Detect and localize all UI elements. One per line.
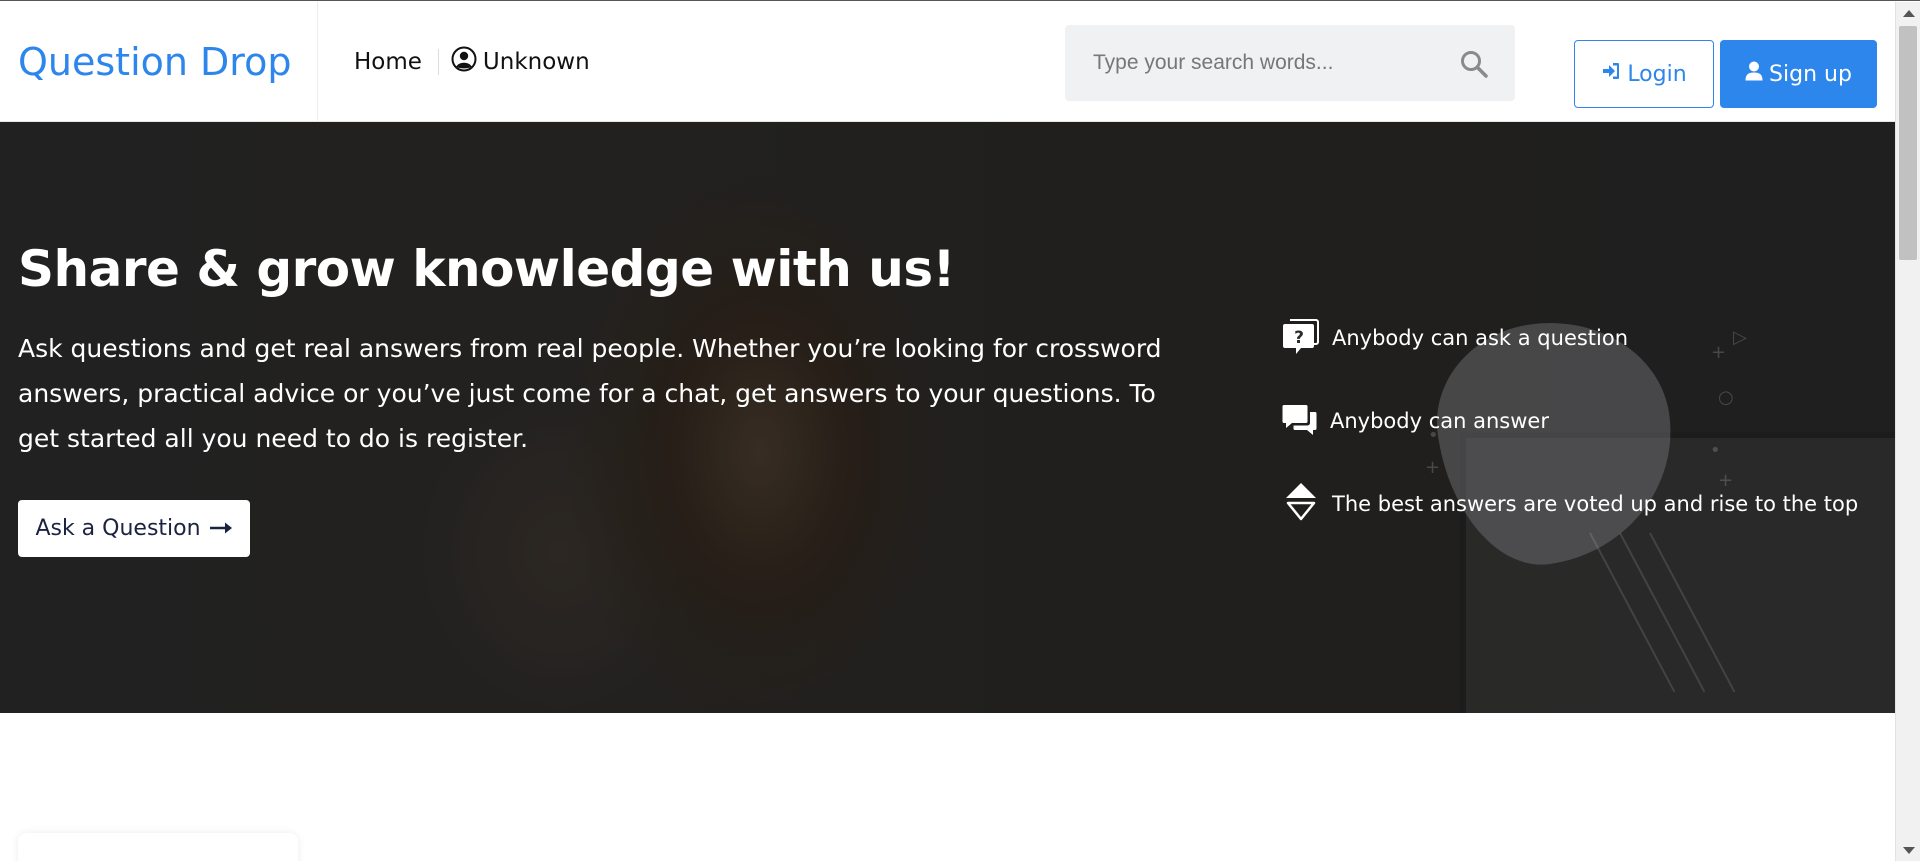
ask-question-button[interactable]: Ask a Question — [18, 500, 250, 557]
hero-title: Share & grow knowledge with us! — [18, 240, 955, 298]
nav-separator — [437, 49, 439, 75]
feature-label: The best answers are voted up and rise t… — [1332, 492, 1859, 516]
feature-item: The best answers are voted up and rise t… — [1282, 482, 1859, 524]
site-logo[interactable]: Question Drop — [18, 2, 291, 122]
scroll-down-arrow-icon[interactable] — [1903, 847, 1915, 854]
feature-label: Anybody can answer — [1330, 409, 1549, 433]
search-input[interactable] — [1093, 51, 1453, 75]
svg-text:?: ? — [1294, 328, 1304, 348]
signup-button[interactable]: Sign up — [1720, 40, 1877, 108]
user-icon — [1745, 61, 1763, 87]
scroll-up-arrow-icon[interactable] — [1903, 10, 1915, 17]
content-card — [18, 833, 298, 861]
nav-home[interactable]: Home — [354, 49, 422, 75]
scrollbar-thumb[interactable] — [1899, 26, 1917, 260]
user-circle-icon — [451, 46, 477, 78]
signup-label: Sign up — [1769, 61, 1852, 87]
vertical-scrollbar[interactable] — [1895, 2, 1920, 861]
login-label: Login — [1627, 61, 1687, 87]
search-icon[interactable] — [1459, 49, 1489, 79]
hero-description: Ask questions and get real answers from … — [18, 334, 1162, 453]
chat-bubbles-icon — [1282, 402, 1318, 441]
feature-item: ? Anybody can ask a question — [1282, 318, 1858, 358]
sign-in-icon — [1601, 61, 1621, 87]
nav-user-label: Unknown — [482, 49, 590, 75]
arrow-right-icon — [209, 516, 233, 541]
site-header: Question Drop Home Unknown Type your sea… — [0, 2, 1895, 122]
nav-home-label: Home — [354, 49, 422, 75]
hero-section: + ▷ ○ + + • • Share & grow knowledge wit… — [0, 122, 1895, 713]
search-box — [1065, 25, 1515, 101]
header-divider — [317, 2, 318, 122]
features-list: ? Anybody can ask a question Anybody can… — [1282, 318, 1858, 567]
feature-item: Anybody can answer — [1282, 401, 1858, 441]
question-bubble-icon: ? — [1282, 317, 1320, 360]
feature-label: Anybody can ask a question — [1332, 326, 1629, 350]
main-nav: Home Unknown — [354, 2, 590, 122]
login-button[interactable]: Login — [1574, 40, 1714, 108]
page: Question Drop Home Unknown Type your sea… — [0, 0, 1920, 861]
vote-arrows-icon — [1282, 481, 1320, 528]
nav-user[interactable]: Unknown — [451, 46, 590, 78]
ask-question-label: Ask a Question — [35, 516, 201, 541]
